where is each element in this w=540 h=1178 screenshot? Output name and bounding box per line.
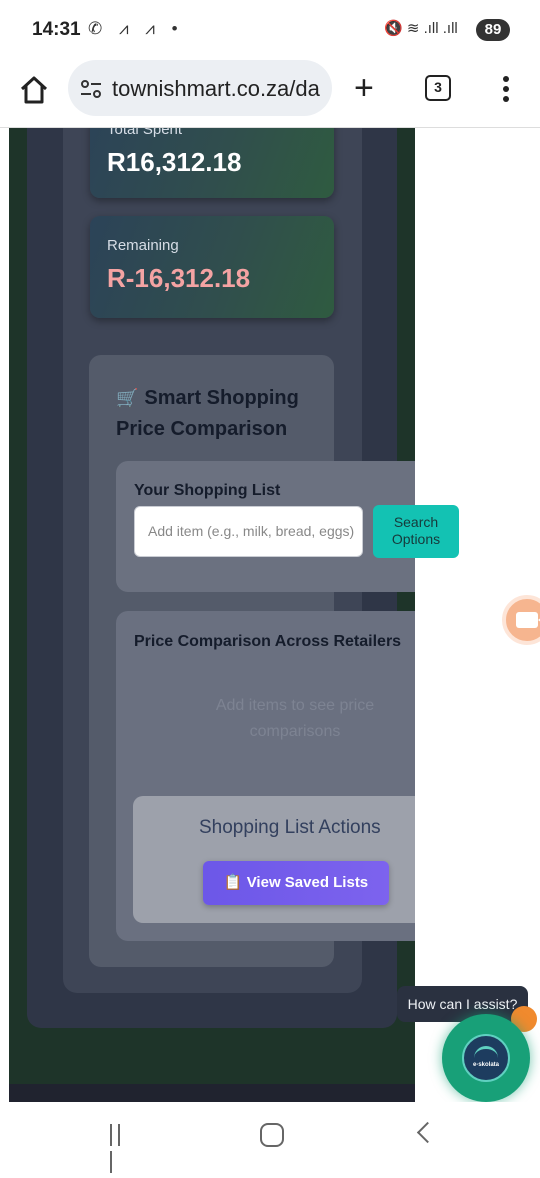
notification-icons: ✆ ⩘ ⩘ • bbox=[88, 19, 184, 38]
shopping-list-actions-title: Shopping List Actions bbox=[199, 817, 381, 838]
price-comparison-title: Price Comparison Across Retailers bbox=[134, 633, 402, 650]
remaining-label: Remaining bbox=[107, 237, 179, 254]
signal-icons: 🔇 ≋ .ıll .ıll bbox=[384, 20, 458, 37]
status-bar: 14:31 ✆ ⩘ ⩘ • 🔇 ≋ .ıll .ıll 89 bbox=[0, 0, 540, 60]
view-saved-lists-button[interactable]: 📋 View Saved Lists bbox=[203, 861, 389, 905]
system-navigation-bar bbox=[0, 1102, 540, 1173]
smart-shopping-title-text: Smart Shopping Price Comparison bbox=[116, 387, 299, 440]
total-spent-card: Total Spent R16,312.18 bbox=[90, 128, 334, 198]
tab-switcher-button[interactable]: 3 bbox=[425, 75, 451, 101]
back-icon[interactable] bbox=[416, 1121, 439, 1144]
url-text: townishmart.co.za/da bbox=[112, 76, 320, 101]
shopping-list-title: Your Shopping List bbox=[134, 482, 281, 499]
total-spent-value: R16,312.18 bbox=[107, 147, 242, 177]
assistant-brand: e-skolata bbox=[472, 1062, 499, 1068]
remaining-value: R-16,312.18 bbox=[107, 263, 251, 293]
home-button-icon[interactable] bbox=[260, 1123, 284, 1147]
browser-toolbar: townishmart.co.za/da + 3 bbox=[0, 60, 540, 128]
plus-icon[interactable]: + bbox=[354, 71, 374, 105]
assistant-chat-button[interactable]: e-skolata bbox=[442, 1014, 530, 1102]
assistant-logo-icon: e-skolata bbox=[462, 1034, 510, 1082]
tune-icon[interactable] bbox=[80, 78, 102, 100]
recent-apps-icon[interactable] bbox=[110, 1124, 132, 1173]
battery-icon: 89 bbox=[476, 19, 510, 41]
clipboard-icon: 📋 bbox=[223, 874, 243, 891]
remaining-card: Remaining R-16,312.18 bbox=[90, 216, 334, 318]
kebab-menu-icon[interactable] bbox=[496, 76, 516, 104]
status-time: 14:31 bbox=[32, 19, 81, 40]
page-footer-strip bbox=[9, 1084, 415, 1102]
web-viewport[interactable]: Total Spent R16,312.18 Remaining R-16,31… bbox=[0, 128, 540, 1102]
assistant-tooltip: How can I assist? bbox=[397, 986, 528, 1029]
shopping-cart-icon: 🛒 bbox=[116, 388, 139, 408]
view-saved-lists-label: View Saved Lists bbox=[246, 874, 369, 891]
price-comparison-empty-text: Add items to see price comparisons bbox=[215, 697, 375, 740]
home-icon[interactable] bbox=[18, 74, 50, 106]
video-camera-icon[interactable] bbox=[502, 595, 540, 645]
smart-shopping-title: 🛒 Smart Shopping Price Comparison bbox=[116, 383, 326, 445]
search-options-button[interactable]: Search Options bbox=[373, 505, 459, 558]
total-spent-label: Total Spent bbox=[107, 128, 183, 138]
add-item-input[interactable]: Add item (e.g., milk, bread, eggs) bbox=[134, 506, 363, 557]
address-bar[interactable]: townishmart.co.za/da bbox=[68, 60, 332, 116]
